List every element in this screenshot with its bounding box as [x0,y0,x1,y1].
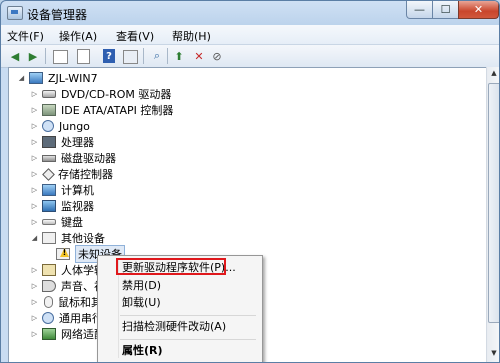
toolbar: ◀ ▶ ? ⌕ ⬆ ✕ ⊘ [1,45,499,68]
tree-item[interactable]: ▷ 存储控制器 [30,166,113,182]
monitor-icon [42,200,56,212]
menu-view[interactable]: 查看(V) [116,28,154,44]
tree-item-label: 磁盘驱动器 [61,152,116,165]
processor-icon [42,136,56,148]
expand-arrow-icon[interactable]: ▷ [30,314,39,322]
tree-item-label: 其他设备 [61,232,105,245]
scroll-down-icon[interactable]: ▼ [489,349,499,361]
menu-help[interactable]: 帮助(H) [172,28,211,44]
computer-icon [42,184,56,196]
menu-action[interactable]: 操作(A) [59,28,97,44]
tree-item-label: 存储控制器 [58,168,113,181]
expand-arrow-icon[interactable]: ▷ [30,154,39,162]
tree-item-label: 处理器 [61,136,94,149]
expand-arrow-icon[interactable]: ▷ [30,298,39,306]
tree-item[interactable]: ▷ 通用串行 [30,310,103,326]
tree-item-label: Jungo [59,119,90,133]
tree-item[interactable]: ▷ DVD/CD-ROM 驱动器 [30,86,172,102]
expand-arrow-icon[interactable]: ▷ [30,90,39,98]
menu-properties[interactable]: 属性(R) [122,342,163,359]
expand-arrow-icon[interactable]: ▷ [30,170,39,178]
highlight-box [116,258,226,275]
usb-icon [42,120,54,132]
update-driver-icon[interactable]: ⬆ [171,48,187,64]
dvd-drive-icon [42,90,56,98]
expand-arrow-icon[interactable]: ▷ [30,138,39,146]
tree-item[interactable]: ▷ 磁盘驱动器 [30,150,116,166]
tree-item[interactable]: ▷ 键盘 [30,214,83,230]
tree-item[interactable]: ▷ 处理器 [30,134,94,150]
tree-item-label: DVD/CD-ROM 驱动器 [61,88,172,101]
tree-item-label: IDE ATA/ATAPI 控制器 [61,104,174,117]
device-manager-icon [7,6,23,20]
disk-drive-icon [42,154,56,162]
help-icon[interactable]: ? [103,49,115,63]
disable-icon[interactable]: ⊘ [209,48,225,64]
expand-arrow-icon[interactable]: ▷ [30,122,39,130]
sound-icon [42,280,56,292]
ide-controller-icon [42,104,56,116]
expand-arrow-icon[interactable]: ▷ [30,218,39,226]
scroll-thumb[interactable] [488,83,499,323]
scroll-up-icon[interactable]: ▲ [489,69,499,81]
view-icon[interactable] [123,50,138,64]
collapse-arrow-icon[interactable]: ◢ [30,234,39,242]
back-icon[interactable]: ◀ [7,48,23,64]
menu-scan-hardware[interactable]: 扫描检测硬件改动(A) [122,318,226,335]
expand-arrow-icon[interactable]: ▷ [30,330,39,338]
scan-hardware-icon[interactable]: ⌕ [149,48,165,64]
network-adapter-icon [42,328,56,340]
menu-bar: 文件(F) 操作(A) 查看(V) 帮助(H) [1,25,499,45]
expand-arrow-icon[interactable]: ▷ [30,106,39,114]
tree-item[interactable]: ▷ 鼠标和其 [30,294,102,310]
tree-item-label: 鼠标和其 [58,296,102,309]
tree-root-label: ZJL-WIN7 [48,71,98,85]
tree-root[interactable]: ◢ ZJL-WIN7 [17,70,98,86]
tree-item[interactable]: ▷ 声音、视 [30,278,105,294]
menu-uninstall[interactable]: 卸载(U) [122,294,161,311]
expand-arrow-icon[interactable]: ▷ [30,202,39,210]
other-devices-icon [42,232,56,244]
toolbar-separator [167,48,168,64]
computer-icon [29,72,43,84]
tree-item[interactable]: ▷ 监视器 [30,198,94,214]
tree-item-label: 监视器 [61,200,94,213]
properties-icon[interactable] [77,49,90,64]
uninstall-icon[interactable]: ✕ [191,48,207,64]
window-title: 设备管理器 [27,8,88,22]
menu-disable[interactable]: 禁用(D) [122,277,161,294]
keyboard-icon [42,219,56,225]
toolbar-separator [143,48,144,64]
tree-item-label: 键盘 [61,216,83,229]
title-bar[interactable]: 设备管理器 — ☐ ✕ [1,1,499,25]
menu-separator [120,339,256,340]
usb-controller-icon [42,312,54,324]
context-menu: 更新驱动程序软件(P)... 禁用(D) 卸载(U) 扫描检测硬件改动(A) 属… [97,255,263,362]
tree-item[interactable]: ◢ 其他设备 [30,230,105,246]
tree-item[interactable]: ▷ 计算机 [30,182,94,198]
tree-item[interactable]: ▷ 人体学输 [30,262,105,278]
tree-item[interactable]: ▷ IDE ATA/ATAPI 控制器 [30,102,173,118]
toolbar-separator [45,48,46,64]
forward-icon[interactable]: ▶ [25,48,41,64]
collapse-arrow-icon[interactable]: ◢ [17,74,26,82]
maximize-button[interactable]: ☐ [432,1,459,19]
warning-icon [56,248,70,260]
hid-icon [42,264,56,276]
mouse-icon [44,296,53,308]
expand-arrow-icon[interactable]: ▷ [30,266,39,274]
device-manager-window: 设备管理器 — ☐ ✕ 文件(F) 操作(A) 查看(V) 帮助(H) ◀ ▶ … [0,0,500,363]
tree-item-label: 计算机 [61,184,94,197]
expand-arrow-icon[interactable]: ▷ [30,282,39,290]
close-button[interactable]: ✕ [458,1,499,19]
tree-item[interactable]: ▷ Jungo [30,118,90,134]
menu-separator [120,315,256,316]
expand-arrow-icon[interactable]: ▷ [30,186,39,194]
menu-file[interactable]: 文件(F) [7,28,44,44]
console-tree-icon[interactable] [53,50,68,64]
minimize-button[interactable]: — [406,1,433,19]
tree-item[interactable]: ▷ 网络适配 [30,326,105,342]
storage-controller-icon [42,167,55,181]
vertical-scrollbar[interactable]: ▲ ▼ [486,67,499,362]
